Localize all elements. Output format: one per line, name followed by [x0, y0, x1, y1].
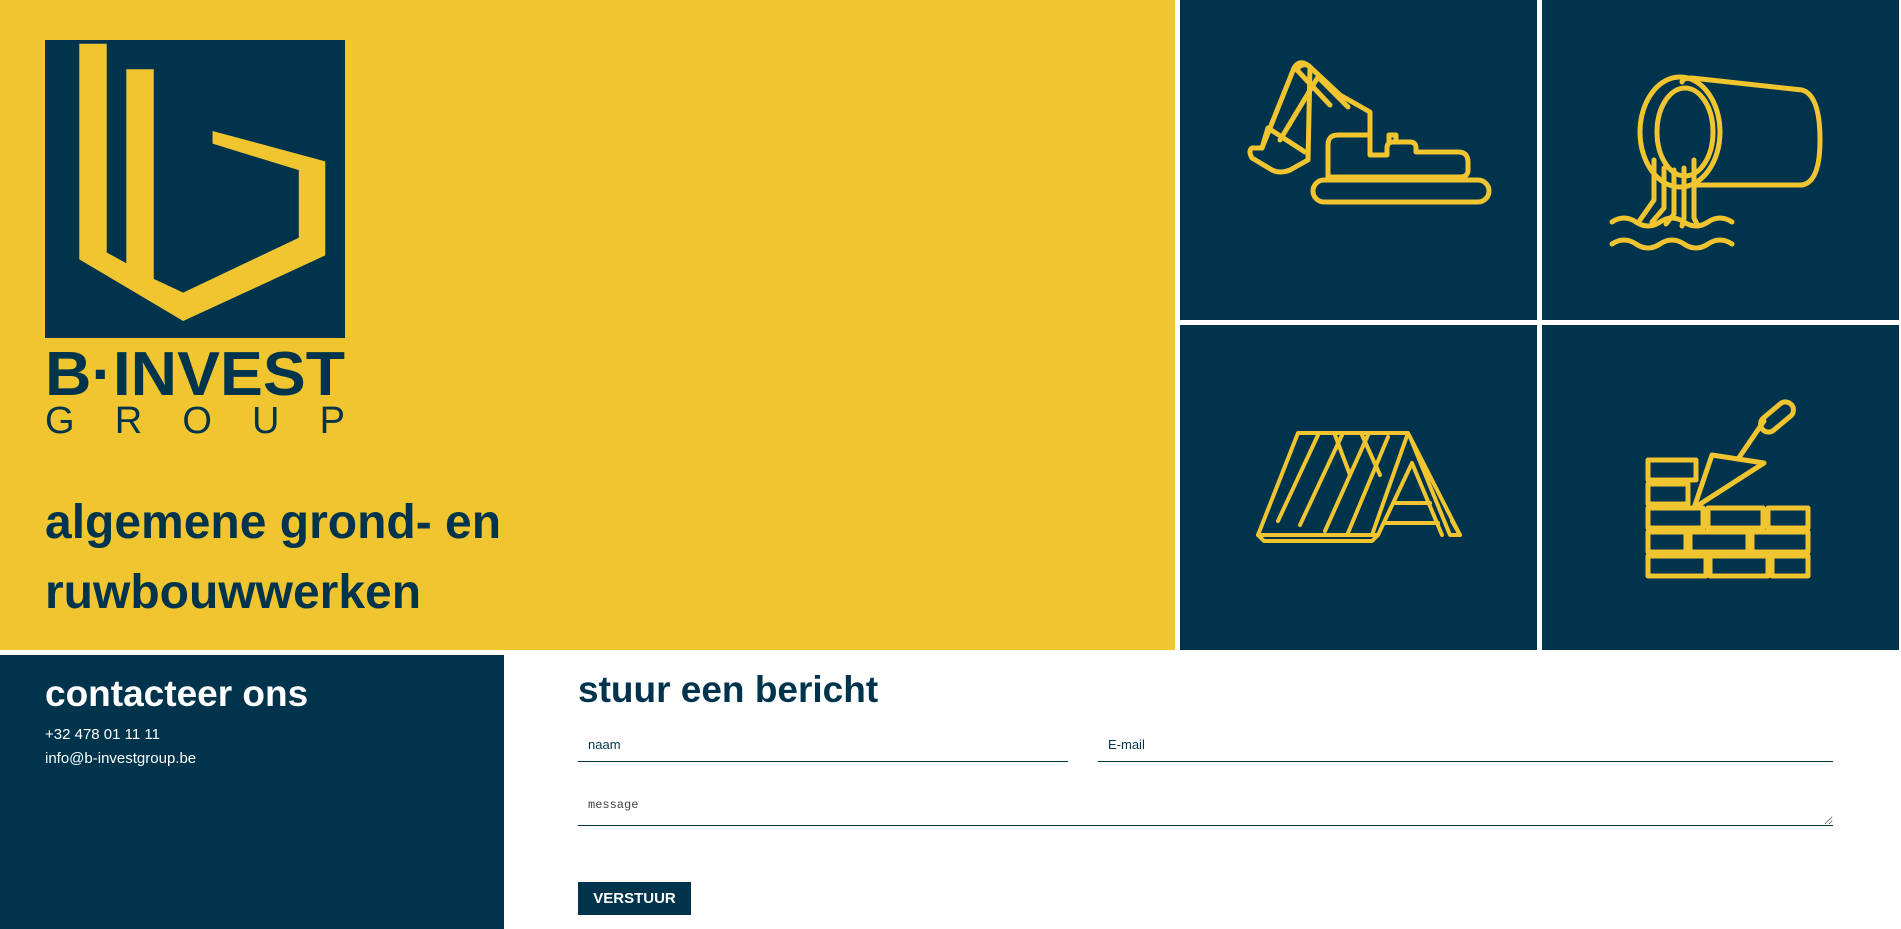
- service-tile-roofing: [1180, 325, 1537, 650]
- trowel-bricks-icon: [1645, 399, 1811, 579]
- submit-button[interactable]: VERSTUUR: [578, 882, 691, 915]
- contact-email[interactable]: info@b-investgroup.be: [45, 749, 196, 769]
- roof-truss-icon: [1256, 431, 1462, 543]
- tagline-line-1: algemene grond- en: [45, 496, 502, 549]
- excavator-icon: [1247, 60, 1492, 205]
- brand-name: B·INVEST: [45, 340, 345, 409]
- form-title: stuur een bericht: [578, 669, 879, 710]
- service-tile-excavation: [1180, 0, 1537, 320]
- contact-panel: contacteer ons +32 478 01 11 11 info@b-i…: [0, 655, 504, 929]
- service-tile-drainage: [1542, 0, 1899, 320]
- service-tile-masonry: [1542, 325, 1899, 650]
- name-field[interactable]: [578, 728, 1068, 762]
- tagline: algemene grond- en ruwbouwwerken: [45, 488, 1045, 628]
- b-invest-logo: B·INVEST GROUP: [45, 40, 345, 442]
- email-field[interactable]: [1098, 728, 1833, 762]
- message-field[interactable]: [578, 790, 1833, 826]
- tagline-line-2: ruwbouwwerken: [45, 566, 422, 619]
- contact-title: contacteer ons: [45, 673, 309, 714]
- hero-section: B·INVEST GROUP algemene grond- en ruwbou…: [0, 0, 1175, 650]
- drain-pipe-icon: [1609, 74, 1823, 251]
- contact-phone[interactable]: +32 478 01 11 11: [45, 725, 160, 745]
